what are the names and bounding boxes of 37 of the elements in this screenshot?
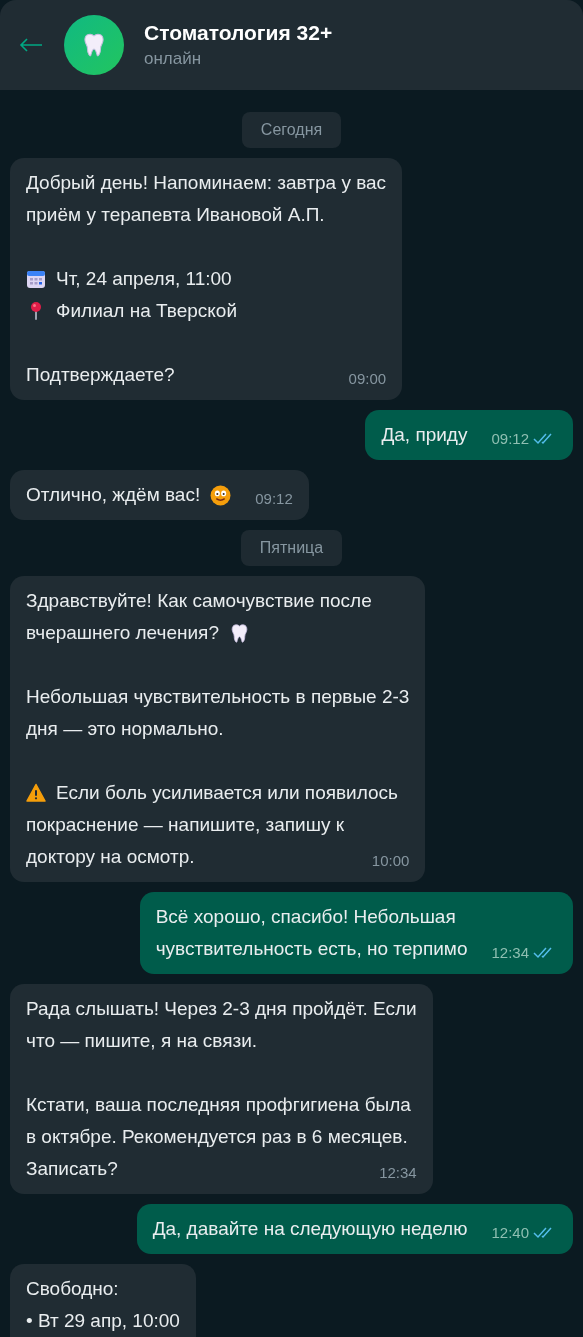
message-text: Свободно: [26,1277,119,1301]
message-text: приём у терапевта Ивановой А.П. [26,203,325,227]
message-time: 12:34 [491,943,529,963]
message-text: Да, приду [381,423,468,447]
message-text: Кстати, ваша последняя профгигиена была [26,1093,411,1117]
tooth-icon [81,32,107,58]
message-text: Подтверждаете? [26,363,175,387]
message-time: 12:34 [379,1163,417,1183]
message-text: дня — это нормально. [26,717,224,741]
date-label: Пятница [240,530,343,566]
message-time: 09:12 [491,429,529,449]
online-status: онлайн [144,48,203,70]
message-text: чувствительность есть, но терпимо [155,937,468,961]
message-text: Небольшая чувствительность в первые 2-3 [26,685,410,709]
message-text: Отлично, ждём вас! [26,483,201,507]
message-text: доктору на осмотр. [26,845,195,869]
message-text: Филиал на Тверской [56,299,238,323]
back-arrow-icon [19,38,43,52]
message-time: 09:00 [348,369,387,389]
message-text: Здравствуйте! Как самочувствие после [26,589,372,613]
message-text: в октябре. Рекомендуется раз в 6 месяцев. [26,1125,408,1149]
date-label: Сегодня [241,112,342,148]
message-text: Добрый день! Напоминаем: завтра у вас [26,171,387,195]
message-text: вчерашнего лечения? [26,621,219,645]
message-time: 10:00 [371,851,410,871]
message-text: Если боль усиливается или появилось [56,781,398,805]
message-text: Рада слышать! Через 2-3 дня пройдёт. Если [26,997,417,1021]
message-text: Всё хорошо, спасибо! Небольшая [155,905,456,929]
message-text: Записать? [26,1157,118,1181]
message-text: • Вт 29 апр, 10:00 [26,1309,180,1333]
chat-title: Стоматология 32+ [144,20,333,46]
message-text: покраснение — напишите, запишу к [26,813,345,837]
message-time: 09:12 [255,489,293,509]
message-text: Чт, 24 апреля, 11:00 [56,267,232,291]
message-text: что — пишите, я на связи. [26,1029,258,1053]
message-text: Да, давайте на следующую неделю [152,1217,468,1241]
message-time: 12:40 [491,1223,529,1243]
